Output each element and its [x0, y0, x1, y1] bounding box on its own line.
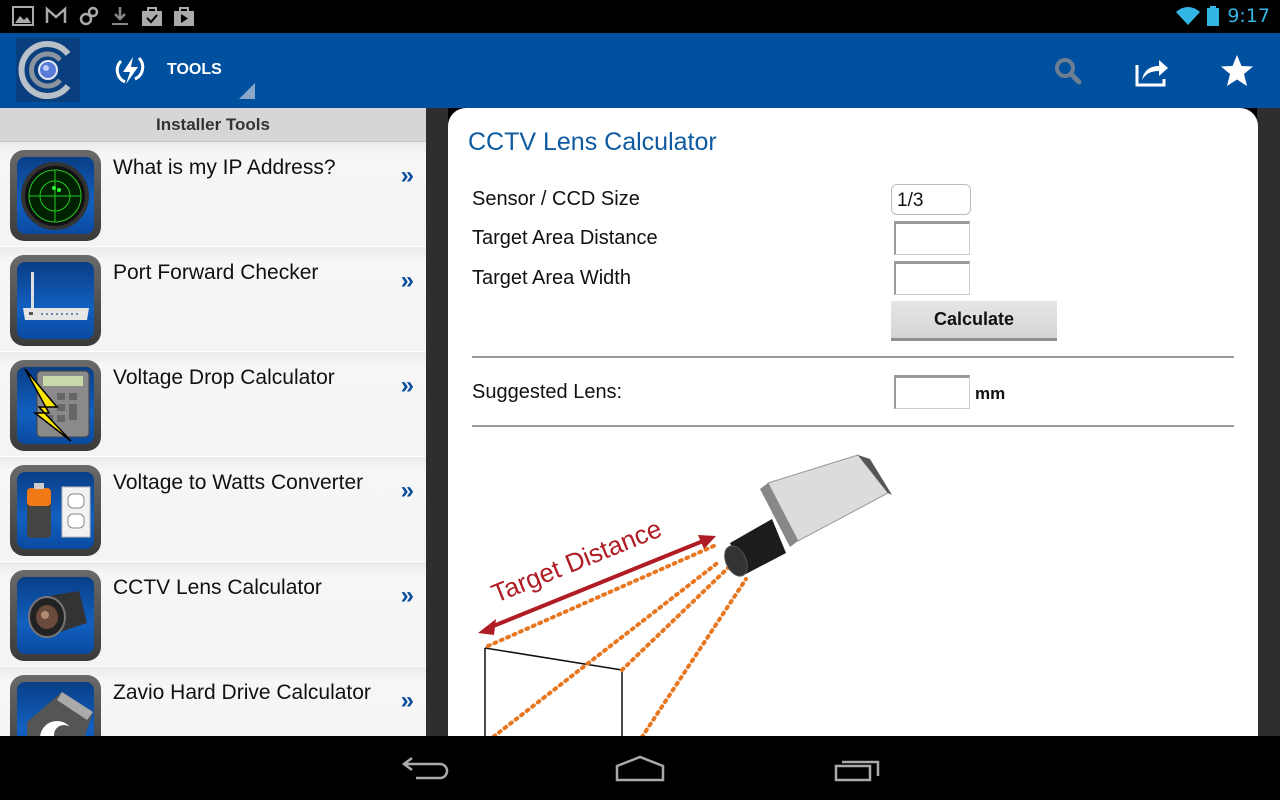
list-item-hard-drive[interactable]: Zavio Hard Drive Calculator »	[0, 667, 426, 736]
list-item-voltage-watts[interactable]: Voltage to Watts Converter »	[0, 457, 426, 562]
play-store-icon	[174, 7, 194, 26]
divider	[472, 356, 1234, 358]
download-icon	[112, 7, 128, 25]
gmail-icon	[45, 6, 67, 23]
battery-icon	[1207, 6, 1219, 26]
list-item-label: Voltage Drop Calculator	[113, 366, 335, 389]
camera-logo-icon	[18, 41, 71, 99]
back-icon[interactable]	[396, 754, 456, 784]
pane-divider	[426, 108, 448, 736]
gallery-icon	[12, 6, 34, 26]
chevron-right-icon: »	[400, 372, 414, 399]
dropdown-indicator-icon[interactable]	[239, 83, 255, 99]
list-item-label: What is my IP Address?	[113, 156, 336, 179]
search-icon[interactable]	[1050, 53, 1086, 89]
list-item-label: CCTV Lens Calculator	[113, 576, 322, 599]
sensor-size-select[interactable]: 1/3	[891, 184, 971, 215]
status-bar: 9:17	[0, 0, 1280, 33]
right-gutter	[1257, 108, 1280, 736]
cctv-camera-icon	[724, 454, 892, 577]
router-icon	[10, 255, 101, 346]
suggested-lens-label: Suggested Lens:	[472, 381, 623, 403]
tools-dropdown[interactable]: TOOLS	[167, 61, 222, 79]
camera-lens-icon	[10, 570, 101, 661]
radar-icon	[10, 150, 101, 241]
list-item-label: Zavio Hard Drive Calculator	[113, 681, 371, 704]
play-store-updated-icon	[142, 7, 162, 26]
lens-diagram: Target Distance	[478, 454, 892, 736]
recent-apps-icon[interactable]	[828, 754, 888, 784]
target-distance-input[interactable]	[894, 221, 970, 255]
calculate-button[interactable]: Calculate	[891, 301, 1057, 341]
list-item-label: Voltage to Watts Converter	[113, 471, 364, 494]
list-item-cctv-lens[interactable]: CCTV Lens Calculator »	[0, 562, 426, 667]
target-area-outline	[484, 647, 623, 736]
calculator-panel: CCTV Lens Calculator Sensor / CCD Size 1…	[448, 108, 1258, 736]
page-title: CCTV Lens Calculator	[468, 128, 717, 156]
lightning-icon[interactable]	[113, 53, 147, 87]
target-width-input[interactable]	[894, 261, 970, 295]
navigation-bar	[0, 736, 1280, 800]
calculator-bolt-icon	[10, 360, 101, 451]
chevron-right-icon: »	[400, 162, 414, 189]
sync-icon	[79, 6, 99, 26]
chevron-right-icon: »	[400, 477, 414, 504]
list-item-port-forward[interactable]: Port Forward Checker »	[0, 247, 426, 352]
share-icon[interactable]	[1134, 53, 1170, 89]
clock: 9:17	[1227, 5, 1270, 27]
target-width-label: Target Area Width	[472, 267, 631, 289]
list-item-label: Port Forward Checker	[113, 261, 319, 284]
sidebar-header: Installer Tools	[0, 108, 426, 142]
divider	[472, 425, 1234, 427]
list-item-ip-address[interactable]: What is my IP Address? »	[0, 142, 426, 247]
chevron-right-icon: »	[400, 687, 414, 714]
action-bar: TOOLS	[0, 33, 1280, 108]
app-logo[interactable]	[16, 38, 80, 102]
zavio-logo-icon	[10, 675, 101, 736]
target-distance-label: Target Area Distance	[472, 227, 658, 249]
battery-outlet-icon	[10, 465, 101, 556]
home-icon[interactable]	[610, 754, 670, 784]
list-item-voltage-drop[interactable]: Voltage Drop Calculator »	[0, 352, 426, 457]
star-icon[interactable]	[1219, 53, 1255, 89]
chevron-right-icon: »	[400, 267, 414, 294]
chevron-right-icon: »	[400, 582, 414, 609]
unit-label: mm	[975, 384, 1006, 403]
sensor-size-label: Sensor / CCD Size	[472, 188, 640, 210]
suggested-lens-output	[894, 375, 970, 409]
sidebar: Installer Tools What is my IP Address? »	[0, 108, 426, 736]
wifi-icon	[1176, 7, 1200, 25]
